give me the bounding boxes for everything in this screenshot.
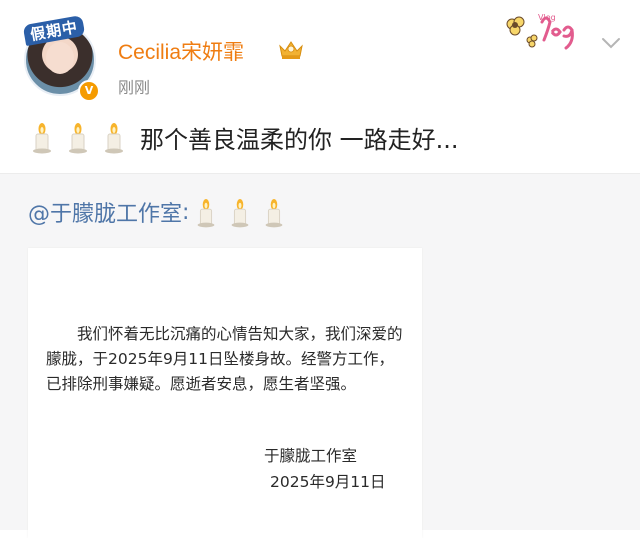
- post-content: 那个善良温柔的你 一路走好...: [28, 117, 459, 157]
- candle-emoji-icon: [33, 123, 51, 154]
- crown-badge-icon: [279, 41, 303, 59]
- vlog-sticker-icon: Vlog: [506, 13, 574, 50]
- candle-emoji-icon: [266, 199, 283, 228]
- repost-colon: :: [182, 199, 190, 225]
- sticker-label: Vlog: [538, 13, 556, 22]
- repost-header: @于朦胧工作室 :: [28, 194, 295, 230]
- chevron-down-icon[interactable]: [600, 36, 622, 50]
- candle-emoji-icon: [232, 199, 249, 228]
- notice-signature: 于朦胧工作室: [264, 447, 358, 465]
- repost-block[interactable]: @于朦胧工作室 : 我们怀着无比沉痛的心情告知大家，我们深爱的朦胧，于2025年…: [0, 174, 640, 538]
- candle-emoji-icon: [198, 199, 215, 228]
- timestamp: 刚刚: [118, 78, 151, 97]
- weibo-post: 假期中 V Cecilia宋妍霏 刚刚 Vlog 那个善良温柔的你 一路走好..…: [0, 0, 640, 174]
- repost-author-link[interactable]: @于朦胧工作室: [28, 196, 182, 228]
- notice-date: 2025年9月11日: [270, 473, 386, 491]
- avatar[interactable]: 假期中 V: [22, 14, 102, 102]
- notice-body: 我们怀着无比沉痛的心情告知大家，我们深爱的朦胧，于2025年9月11日坠楼身故。…: [46, 325, 403, 393]
- candle-emoji-icon: [105, 123, 123, 154]
- username[interactable]: Cecilia宋妍霏: [118, 36, 244, 66]
- candle-emoji-icon: [69, 123, 87, 154]
- verified-badge-icon: V: [78, 80, 100, 102]
- avatar-face: [46, 42, 74, 74]
- notice-image[interactable]: 我们怀着无比沉痛的心情告知大家，我们深爱的朦胧，于2025年9月11日坠楼身故。…: [28, 248, 422, 538]
- post-text: 那个善良温柔的你 一路走好...: [140, 125, 459, 154]
